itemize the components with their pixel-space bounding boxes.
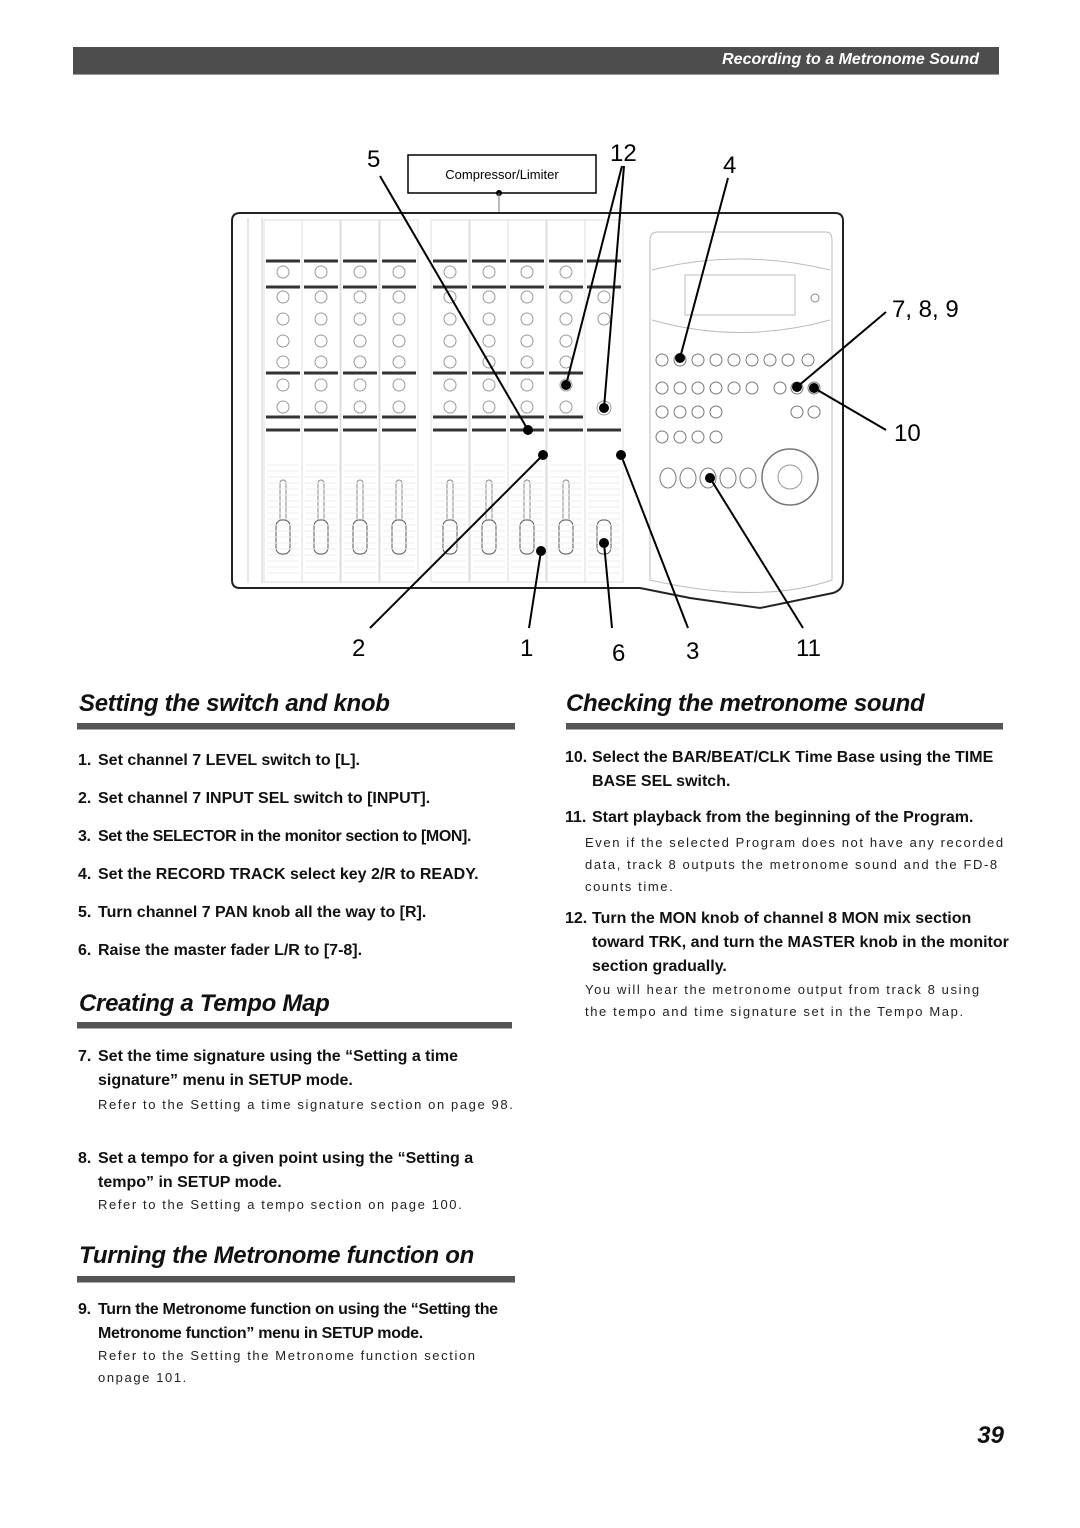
mixer-illustration: Compressor/Limiter: [231, 154, 887, 629]
step-8: 8. Set a tempo for a given point using th…: [78, 1150, 474, 1191]
callout-1: 1: [520, 635, 534, 662]
step-4: 4. Set the RECORD TRACK select key 2/R to…: [78, 866, 479, 883]
callout-7-8-9: 7, 8, 9: [892, 296, 959, 323]
step-9: 9. Turn the Metronome function on using t…: [78, 1301, 498, 1342]
callout-6: 6: [612, 640, 626, 667]
section-rule: [77, 1276, 515, 1283]
step-12: 12. Turn the MON knob of channel 8 MON mi…: [565, 910, 1009, 975]
callout-2: 2: [352, 635, 366, 662]
callout-10: 10: [894, 420, 921, 447]
step-11: 11. Start playback from the beginning of …: [565, 809, 974, 826]
step-8-note: Refer to the Setting a tempo section on …: [98, 1197, 464, 1212]
mixer-diagram: Compressor/Limiter 5 12 4 7, 8, 9 10 2 1…: [0, 130, 1080, 670]
callout-5: 5: [367, 146, 381, 173]
running-header-bar: Recording to a Metronome Sound: [73, 47, 999, 75]
section-title-switch-knob: Setting the switch and knob: [79, 690, 390, 717]
page-number: 39: [977, 1422, 1004, 1449]
step-1: 1. Set channel 7 LEVEL switch to [L].: [78, 752, 360, 769]
section-title-metronome-on: Turning the Metronome function on: [79, 1242, 474, 1269]
step-7-note: Refer to the Setting a time signature se…: [98, 1097, 515, 1112]
step-2: 2. Set channel 7 INPUT SEL switch to [INP…: [78, 790, 431, 807]
step-12-note: You will hear the metronome output from …: [585, 982, 981, 1019]
callout-3: 3: [686, 638, 700, 665]
section-title-tempo-map: Creating a Tempo Map: [79, 990, 330, 1017]
section-rule: [77, 723, 515, 730]
step-10: 10. Select the BAR/BEAT/CLK Time Base usi…: [565, 749, 994, 790]
step-6: 6. Raise the master fader L/R to [7-8].: [78, 942, 363, 959]
step-11-note: Even if the selected Program does not ha…: [585, 835, 1005, 894]
compressor-limiter-label: Compressor/Limiter: [445, 167, 559, 182]
step-5: 5. Turn channel 7 PAN knob all the way to…: [78, 904, 427, 921]
callout-12: 12: [610, 140, 637, 167]
section-title-checking: Checking the metronome sound: [566, 690, 925, 717]
running-header-title: Recording to a Metronome Sound: [722, 51, 979, 68]
callout-4: 4: [723, 152, 737, 179]
step-9-note: Refer to the Setting the Metronome funct…: [98, 1348, 477, 1385]
step-3: 3. Set the SELECTOR in the monitor sectio…: [78, 828, 472, 845]
step-7: 7. Set the time signature using the “Sett…: [78, 1048, 459, 1089]
section-rule: [77, 1022, 512, 1029]
section-rule: [566, 723, 1003, 730]
callout-11: 11: [796, 635, 821, 662]
